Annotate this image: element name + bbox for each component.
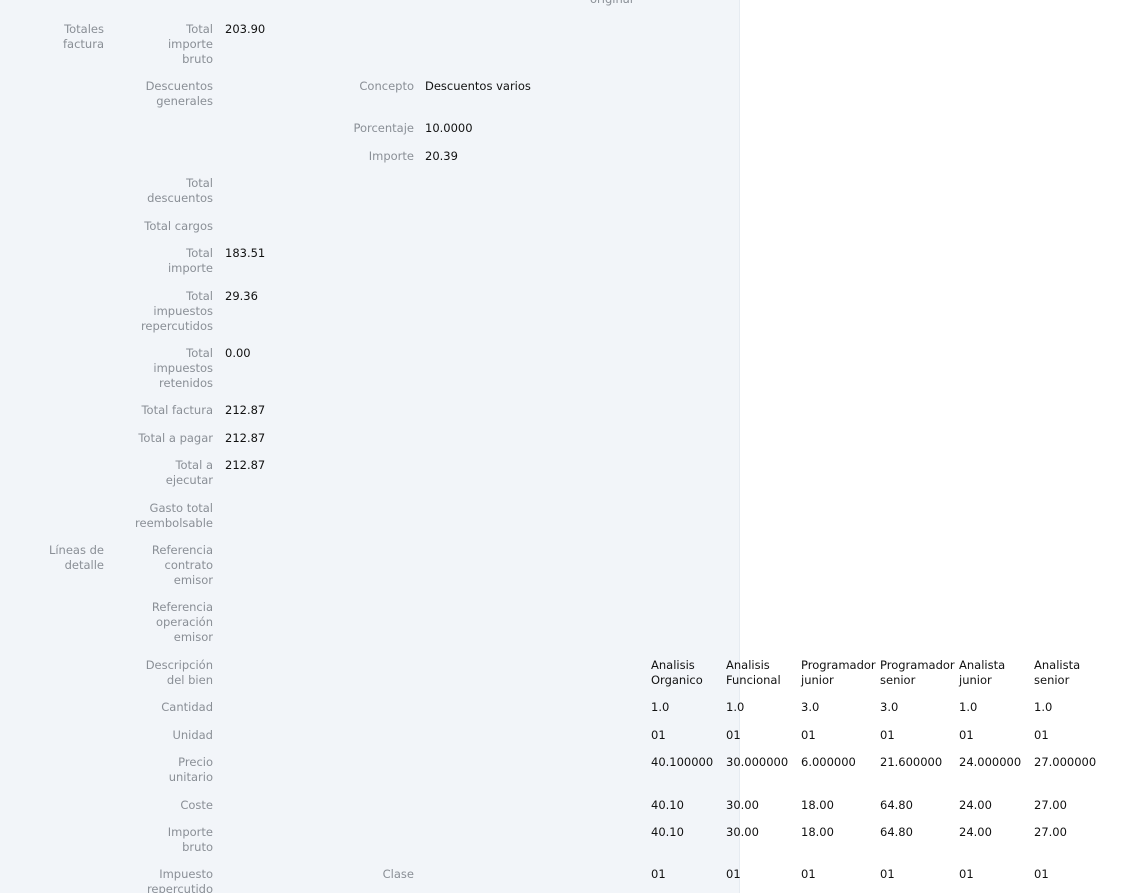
precio-unitario-col-2: 30.000000 bbox=[726, 755, 789, 769]
cantidad-col-1: 1.0 bbox=[651, 700, 670, 714]
label-total-factura: Total factura bbox=[141, 403, 213, 417]
label-total-a-pagar: Total a pagar bbox=[138, 431, 213, 445]
value-porcentaje: 10.0000 bbox=[425, 121, 473, 135]
clase-col-5: 01 bbox=[959, 867, 974, 881]
clase-col-3: 01 bbox=[801, 867, 816, 881]
coste-col-2: 30.00 bbox=[726, 798, 759, 812]
cantidad-col-5: 1.0 bbox=[959, 700, 978, 714]
importe-bruto-col-3: 18.00 bbox=[801, 825, 834, 839]
descripcion-col-5: Analista junior bbox=[959, 658, 1006, 687]
cantidad-col-2: 1.0 bbox=[726, 700, 745, 714]
coste-col-4: 64.80 bbox=[880, 798, 913, 812]
coste-col-1: 40.10 bbox=[651, 798, 684, 812]
label-descripcion-del-bien: Descripción del bien bbox=[145, 658, 213, 687]
precio-unitario-col-6: 27.000000 bbox=[1034, 755, 1097, 769]
unidad-col-4: 01 bbox=[880, 728, 895, 742]
descripcion-col-1: Analisis Organico bbox=[651, 658, 703, 687]
cut-off-label: original bbox=[540, 0, 633, 7]
descripcion-col-2: Analisis Funcional bbox=[726, 658, 781, 687]
descripcion-col-6: Analista senior bbox=[1034, 658, 1081, 687]
invoice-document-view: original Totalesfactura Totalimportebrut… bbox=[0, 0, 1129, 893]
importe-bruto-col-4: 64.80 bbox=[880, 825, 913, 839]
label-precio-unitario: Precio unitario bbox=[168, 755, 213, 784]
clase-col-4: 01 bbox=[880, 867, 895, 881]
label-importe-descuento: Importe bbox=[368, 149, 414, 163]
coste-col-5: 24.00 bbox=[959, 798, 992, 812]
label-importe-bruto: Importe bruto bbox=[167, 825, 213, 854]
coste-col-3: 18.00 bbox=[801, 798, 834, 812]
label-porcentaje: Porcentaje bbox=[353, 121, 414, 135]
clase-col-1: 01 bbox=[651, 867, 666, 881]
value-total-importe-bruto: 203.90 bbox=[225, 22, 266, 36]
label-concepto: Concepto bbox=[359, 79, 414, 93]
value-total-importe: 183.51 bbox=[225, 246, 266, 260]
value-total-a-ejecutar: 212.87 bbox=[225, 458, 266, 472]
label-total-cargos: Total cargos bbox=[144, 219, 213, 233]
label-total-impuestos-retenidos: Total impuestos retenidos bbox=[153, 346, 213, 390]
label-total-descuentos: Total descuentos bbox=[147, 176, 213, 205]
cantidad-col-4: 3.0 bbox=[880, 700, 899, 714]
importe-bruto-col-1: 40.10 bbox=[651, 825, 684, 839]
value-total-impuestos-retenidos: 0.00 bbox=[225, 346, 251, 360]
unidad-col-5: 01 bbox=[959, 728, 974, 742]
importe-bruto-col-6: 27.00 bbox=[1034, 825, 1067, 839]
precio-unitario-col-5: 24.000000 bbox=[959, 755, 1022, 769]
cantidad-col-3: 3.0 bbox=[801, 700, 820, 714]
cantidad-col-6: 1.0 bbox=[1034, 700, 1053, 714]
value-importe-descuento: 20.39 bbox=[425, 149, 458, 163]
label-total-importe-bruto: Total importe bruto bbox=[167, 22, 213, 66]
label-total-importe: Total importe bbox=[167, 246, 213, 275]
label-total-impuestos-repercutidos: Total impuestos repercutidos bbox=[140, 289, 213, 333]
label-total-a-ejecutar: Total a ejecutar bbox=[165, 458, 213, 487]
importe-bruto-col-2: 30.00 bbox=[726, 825, 759, 839]
coste-col-6: 27.00 bbox=[1034, 798, 1067, 812]
label-referencia-operacion-emisor: Referencia operación emisor bbox=[151, 600, 213, 644]
label-gasto-total-reembolsable: Gasto total reembolsable bbox=[135, 501, 213, 530]
precio-unitario-col-3: 6.000000 bbox=[801, 755, 856, 769]
descripcion-col-4: Programador senior bbox=[880, 658, 955, 687]
value-total-a-pagar: 212.87 bbox=[225, 431, 266, 445]
label-unidad: Unidad bbox=[172, 728, 213, 742]
clase-col-6: 01 bbox=[1034, 867, 1049, 881]
value-concepto: Descuentos varios bbox=[425, 79, 531, 93]
value-total-impuestos-repercutidos: 29.36 bbox=[225, 289, 258, 303]
value-total-factura: 212.87 bbox=[225, 403, 266, 417]
importe-bruto-col-5: 24.00 bbox=[959, 825, 992, 839]
precio-unitario-col-4: 21.600000 bbox=[880, 755, 943, 769]
unidad-col-3: 01 bbox=[801, 728, 816, 742]
precio-unitario-col-1: 40.100000 bbox=[651, 755, 714, 769]
label-referencia-contrato-emisor: Referencia contrato emisor bbox=[151, 543, 213, 587]
clase-col-2: 01 bbox=[726, 867, 741, 881]
descripcion-col-3: Programador junior bbox=[801, 658, 876, 687]
unidad-col-2: 01 bbox=[726, 728, 741, 742]
unidad-col-1: 01 bbox=[651, 728, 666, 742]
label-clase: Clase bbox=[382, 867, 414, 881]
label-coste: Coste bbox=[180, 798, 213, 812]
unidad-col-6: 01 bbox=[1034, 728, 1049, 742]
label-cantidad: Cantidad bbox=[161, 700, 213, 714]
